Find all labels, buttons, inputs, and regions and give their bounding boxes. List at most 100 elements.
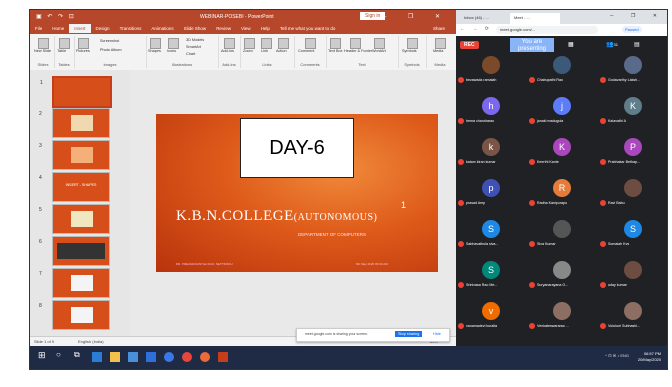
nav-buttons[interactable]: ← → ⟳ xyxy=(460,26,492,32)
icons-icon[interactable] xyxy=(168,38,179,49)
link-icon[interactable] xyxy=(261,38,272,49)
tab-view[interactable]: View xyxy=(236,24,256,33)
table-label: Table xyxy=(57,49,67,53)
participant-tile[interactable]: S Srinivasa Rao Me... xyxy=(456,259,526,294)
table-icon[interactable] xyxy=(59,38,70,49)
participant-avatar: k xyxy=(482,138,500,156)
new-slide-icon[interactable] xyxy=(38,38,49,49)
paused-profile-button[interactable]: Paused xyxy=(622,26,642,33)
tab-help[interactable]: Help xyxy=(256,24,275,33)
slide-thumb-5[interactable]: 5 xyxy=(39,204,110,234)
chrome-window-controls[interactable]: ─ ❐ ✕ xyxy=(610,13,665,19)
participant-tile[interactable]: K Keerthi Kante xyxy=(527,136,597,171)
slide-thumb-8[interactable]: 8 xyxy=(39,300,110,330)
participant-tile[interactable]: p prasad Amp xyxy=(456,177,526,212)
stop-sharing-button[interactable]: Stop sharing xyxy=(395,331,423,337)
smartart-label[interactable]: SmartArt xyxy=(186,45,201,49)
ie-icon[interactable] xyxy=(164,352,174,362)
participant-tile[interactable]: Suryanarayana G... xyxy=(527,259,597,294)
presenting-indicator[interactable]: You are presenting xyxy=(510,38,554,52)
participant-tile[interactable]: S Somaiah Kvs xyxy=(598,218,667,253)
thumb-number: 3 xyxy=(39,143,42,149)
participant-tile[interactable]: Ravi Babu xyxy=(598,177,667,212)
symbols-icon[interactable] xyxy=(407,38,418,49)
mail-icon[interactable] xyxy=(146,352,156,362)
pictures-icon[interactable] xyxy=(78,38,89,49)
comment-icon[interactable] xyxy=(305,38,316,49)
participant-tile[interactable]: P Prabhakar Bethap... xyxy=(598,136,667,171)
mic-muted-icon xyxy=(529,241,535,247)
tab-home[interactable]: Home xyxy=(47,24,69,33)
header-footer-icon[interactable] xyxy=(350,38,361,49)
tab-transitions[interactable]: Transitions xyxy=(115,24,147,33)
powerpoint-icon[interactable] xyxy=(218,352,228,362)
url-input[interactable]: meet.google.com/... xyxy=(496,26,598,34)
media-icon[interactable] xyxy=(435,38,446,49)
tab-gmail[interactable]: Inbox (46) - ... xyxy=(460,13,508,24)
participant-tile[interactable]: Vutukuri Subhashi... xyxy=(598,300,667,335)
edge-icon[interactable] xyxy=(92,352,102,362)
participant-avatar xyxy=(482,56,500,74)
tab-meet[interactable]: Meet - ... xyxy=(510,13,560,24)
participant-tile[interactable]: Siva Kumar xyxy=(527,218,597,253)
participant-tile[interactable]: K Kalavathi A xyxy=(598,95,667,130)
store-icon[interactable] xyxy=(128,352,138,362)
participant-name-text: Somaiah Kvs xyxy=(608,241,630,246)
slide-thumb-3[interactable]: 3 xyxy=(39,140,110,170)
language-indicator[interactable]: English (India) xyxy=(78,339,104,344)
photo-album-label[interactable]: Photo Album xyxy=(100,48,122,52)
tab-design[interactable]: Design xyxy=(91,24,115,33)
slide-thumb-1[interactable]: 1 xyxy=(40,76,112,108)
start-icon[interactable]: ⊞ xyxy=(38,350,48,360)
slide-title[interactable]: K.B.N.COLLEGE(AUTONOMOUS) xyxy=(176,208,377,225)
screenshot-label[interactable]: Screenshot xyxy=(100,39,119,43)
chat-icon[interactable]: ▤ xyxy=(634,41,640,48)
chart-label[interactable]: Chart xyxy=(186,52,195,56)
participant-tile[interactable]: R Radha Kanipurapu xyxy=(527,177,597,212)
tell-me-search[interactable]: Tell me what you want to do xyxy=(275,24,341,33)
slide-thumb-7[interactable]: 7 xyxy=(39,268,110,298)
3d-models-label[interactable]: 3D Models xyxy=(186,38,204,42)
clock[interactable]: 06:57 PM 20/May/2020 xyxy=(638,351,661,363)
system-tray[interactable]: ^ ⊡ ✉ ♪ ENG xyxy=(605,353,629,358)
chrome-icon[interactable] xyxy=(182,352,192,362)
share-button[interactable]: Share xyxy=(428,24,450,33)
participant-tile[interactable]: S Sabhavathula siva... xyxy=(456,218,526,253)
addins-icon[interactable] xyxy=(224,38,235,49)
action-icon[interactable] xyxy=(278,38,289,49)
participant-tile[interactable]: j janaki madugula xyxy=(527,95,597,130)
task-view-icon[interactable]: ⧉ xyxy=(74,350,84,360)
firefox-icon[interactable] xyxy=(200,352,210,362)
participant-tile[interactable]: uday kumar xyxy=(598,259,667,294)
participant-tile[interactable]: v vanamadevi kuralla xyxy=(456,300,526,335)
text-box-icon[interactable] xyxy=(330,38,341,49)
participant-tile[interactable]: Venkateswararao ... xyxy=(527,300,597,335)
participant-tile[interactable]: k katam kiran kumar xyxy=(456,136,526,171)
quick-access-icons[interactable]: ▣ ↶ ↷ ⊡ xyxy=(36,13,76,20)
grid-layout-icon[interactable]: ▦ xyxy=(568,41,574,48)
language-indicator-taskbar: ENG xyxy=(620,353,629,358)
tab-insert[interactable]: Insert xyxy=(69,24,91,33)
wordart-icon[interactable] xyxy=(374,38,385,49)
participant-name-text: Kalavathi A xyxy=(608,118,626,123)
slide-thumb-4[interactable]: 4 INSERT - SHAPES xyxy=(39,172,110,202)
participant-tile[interactable]: Godavarthy Laksh... xyxy=(598,54,667,89)
tab-slide-show[interactable]: Slide Show xyxy=(179,24,212,33)
shapes-icon[interactable] xyxy=(150,38,161,49)
participant-tile[interactable]: Chabupathi Rao xyxy=(527,54,597,89)
zoom-icon[interactable] xyxy=(244,38,255,49)
participants-icon[interactable]: 👥31 xyxy=(606,41,618,48)
link-label: Link xyxy=(261,49,268,53)
window-controls[interactable]: ─ ❐ ✕ xyxy=(382,13,450,20)
file-explorer-icon[interactable] xyxy=(110,352,120,362)
slide-thumb-2[interactable]: 2 xyxy=(39,108,110,138)
participant-tile[interactable]: h hema chandrarao xyxy=(456,95,526,130)
tab-animations[interactable]: Animations xyxy=(146,24,178,33)
hide-button[interactable]: Hide xyxy=(433,332,441,336)
participant-tile[interactable]: bezawada ramaiah xyxy=(456,54,526,89)
search-icon[interactable]: ○ xyxy=(56,350,66,360)
new-slide-label: New Slide xyxy=(34,49,52,53)
tab-review[interactable]: Review xyxy=(211,24,236,33)
tab-file[interactable]: File xyxy=(30,24,47,33)
slide-thumb-6[interactable]: 6 xyxy=(39,236,110,266)
